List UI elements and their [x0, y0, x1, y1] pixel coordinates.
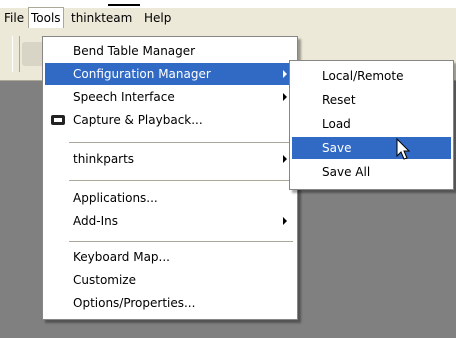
capture-icon	[51, 115, 65, 125]
menu-item-speech-interface[interactable]: Speech Interface	[45, 86, 295, 108]
menu-item-label: Save All	[322, 165, 371, 179]
menu-item-capture-playback[interactable]: Capture & Playback...	[45, 109, 295, 131]
menu-thinkteam[interactable]: thinkteam	[68, 8, 135, 28]
submenu-arrow-icon	[283, 93, 287, 101]
menu-item-thinkparts[interactable]: thinkparts	[45, 148, 295, 170]
submenu-arrow-icon	[283, 217, 287, 225]
mouse-pointer-icon	[396, 138, 411, 160]
toolbar-grip[interactable]	[12, 36, 20, 72]
menu-help[interactable]: Help	[141, 8, 174, 28]
menu-separator	[69, 180, 293, 181]
menu-item-add-ins[interactable]: Add-Ins	[45, 210, 295, 232]
submenu-arrow-icon	[283, 70, 287, 78]
menu-item-label: Speech Interface	[73, 90, 175, 104]
menu-item-bend-table-manager[interactable]: Bend Table Manager	[45, 40, 295, 62]
menu-item-local-remote[interactable]: Local/Remote	[292, 65, 451, 87]
submenu-arrow-icon	[283, 155, 287, 163]
title-fragment	[108, 4, 140, 6]
title-strip	[0, 0, 456, 8]
menu-item-keyboard-map[interactable]: Keyboard Map...	[45, 246, 295, 268]
menu-item-label: Load	[322, 117, 351, 131]
menu-item-label: Reset	[322, 93, 356, 107]
menu-item-label: Configuration Manager	[73, 67, 211, 81]
menu-item-load[interactable]: Load	[292, 113, 451, 135]
menu-item-label: Local/Remote	[322, 69, 404, 83]
menu-item-reset[interactable]: Reset	[292, 89, 451, 111]
menu-item-label: thinkparts	[73, 152, 135, 166]
menu-item-label: Capture & Playback...	[73, 113, 203, 127]
menu-item-label: Customize	[73, 273, 136, 287]
menu-item-label: Options/Properties...	[73, 296, 196, 310]
menu-separator	[69, 142, 293, 143]
menu-file[interactable]: File	[1, 8, 27, 28]
menu-item-options-properties[interactable]: Options/Properties...	[45, 292, 295, 314]
menu-item-configuration-manager[interactable]: Configuration Manager	[45, 63, 295, 85]
menu-item-applications[interactable]: Applications...	[45, 187, 295, 209]
menu-item-label: Add-Ins	[73, 214, 118, 228]
configuration-manager-submenu: Local/Remote Reset Load Save Save All	[289, 60, 454, 190]
tools-menu: Bend Table Manager Configuration Manager…	[42, 36, 298, 320]
menu-item-label: Save	[322, 141, 352, 155]
menu-tools[interactable]: Tools	[28, 7, 64, 29]
menu-item-save[interactable]: Save	[292, 137, 451, 159]
menu-item-label: Applications...	[73, 191, 158, 205]
menu-item-customize[interactable]: Customize	[45, 269, 295, 291]
menu-item-save-all[interactable]: Save All	[292, 161, 451, 183]
menu-separator	[69, 241, 293, 242]
menu-item-label: Bend Table Manager	[73, 44, 196, 58]
menu-item-label: Keyboard Map...	[73, 250, 170, 264]
menu-bar: File Tools thinkteam Help	[0, 7, 456, 29]
